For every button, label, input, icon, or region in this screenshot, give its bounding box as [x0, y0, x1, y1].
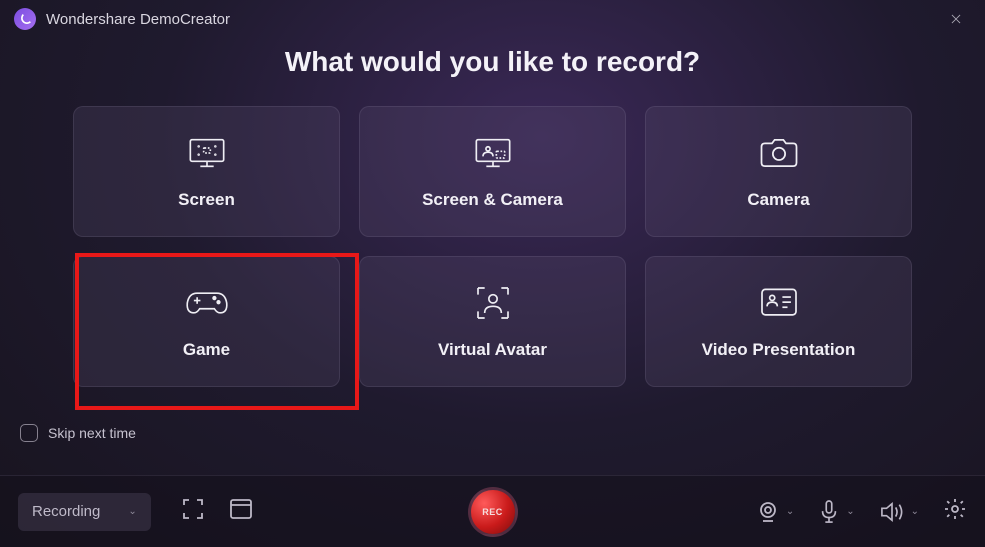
titlebar: Wondershare DemoCreator — [0, 0, 985, 38]
card-label: Virtual Avatar — [438, 340, 547, 360]
options-grid: Screen Screen & Camera Camera — [0, 106, 985, 387]
record-button[interactable]: REC — [468, 487, 518, 537]
chevron-down-icon: ⌄ — [128, 506, 136, 517]
rec-label: REC — [482, 507, 503, 517]
card-virtual-avatar[interactable]: Virtual Avatar — [359, 256, 626, 387]
recording-mode-label: Recording — [32, 503, 100, 520]
virtual-avatar-icon — [473, 284, 513, 322]
app-logo-icon — [14, 8, 36, 30]
webcam-dropdown[interactable]: ⌄ — [756, 500, 794, 524]
window-icon[interactable] — [229, 498, 253, 525]
page-heading: What would you like to record? — [0, 46, 985, 78]
bottom-toolbar: Recording ⌄ REC ⌄ — [0, 475, 985, 547]
screen-icon — [187, 134, 227, 172]
card-label: Screen & Camera — [422, 190, 563, 210]
settings-icon[interactable] — [943, 497, 967, 526]
skip-checkbox[interactable] — [20, 424, 38, 442]
chevron-down-icon: ⌄ — [786, 506, 794, 517]
card-game[interactable]: Game — [73, 256, 340, 387]
skip-label: Skip next time — [48, 425, 136, 441]
close-button[interactable] — [941, 4, 971, 34]
chevron-down-icon: ⌄ — [846, 506, 854, 517]
chevron-down-icon: ⌄ — [911, 506, 919, 517]
card-screen[interactable]: Screen — [73, 106, 340, 237]
microphone-dropdown[interactable]: ⌄ — [818, 499, 854, 525]
card-label: Screen — [178, 190, 235, 210]
skip-row[interactable]: Skip next time — [20, 424, 136, 442]
card-label: Video Presentation — [702, 340, 856, 360]
screen-camera-icon — [473, 134, 513, 172]
card-camera[interactable]: Camera — [645, 106, 912, 237]
camera-icon — [758, 134, 800, 172]
speaker-dropdown[interactable]: ⌄ — [879, 501, 919, 523]
card-label: Game — [183, 340, 230, 360]
game-controller-icon — [184, 284, 230, 322]
card-video-presentation[interactable]: Video Presentation — [645, 256, 912, 387]
video-presentation-icon — [758, 284, 800, 322]
card-label: Camera — [747, 190, 809, 210]
card-screen-camera[interactable]: Screen & Camera — [359, 106, 626, 237]
fullscreen-icon[interactable] — [181, 497, 205, 526]
app-title: Wondershare DemoCreator — [46, 11, 941, 28]
recording-mode-dropdown[interactable]: Recording ⌄ — [18, 493, 151, 531]
